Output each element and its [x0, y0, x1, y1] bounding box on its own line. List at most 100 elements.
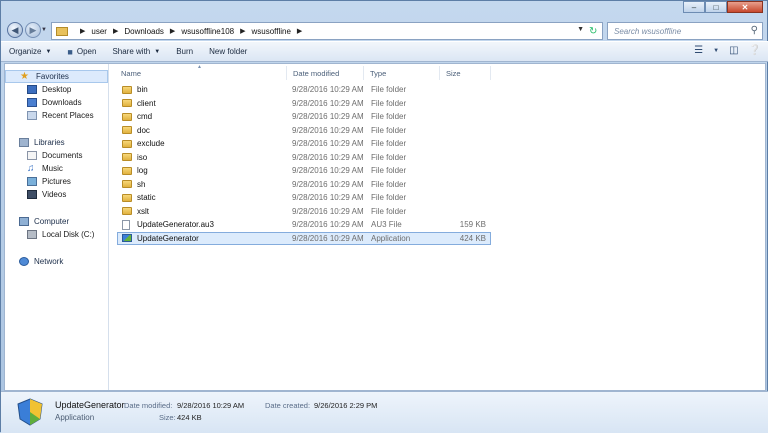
close-button[interactable]: ✕: [727, 1, 763, 13]
table-row[interactable]: static 9/28/2016 10:29 AM File folder: [117, 191, 491, 205]
column-header-size[interactable]: Size: [440, 66, 491, 80]
sidebar-item-computer[interactable]: Computer: [5, 215, 108, 228]
sidebar-item-videos[interactable]: Videos: [5, 188, 108, 201]
file-name-cell[interactable]: UpdateGenerator.au3: [118, 219, 288, 231]
sidebar-item-local-disk[interactable]: Local Disk (C:): [5, 228, 108, 241]
documents-icon: [27, 151, 37, 160]
breadcrumb-downloads[interactable]: Downloads: [124, 27, 164, 36]
libraries-section: Libraries Documents ♫ Music Pictures Vide…: [5, 136, 108, 201]
table-row[interactable]: exclude 9/28/2016 10:29 AM File folder: [117, 137, 491, 151]
forward-arrow-icon: ▶: [29, 25, 37, 35]
folder-icon: [122, 126, 132, 135]
favorites-label: Favorites: [36, 72, 69, 81]
application-icon: ■: [67, 46, 73, 57]
chevron-right-icon[interactable]: ▶: [297, 27, 302, 35]
file-name-cell[interactable]: static: [118, 192, 288, 204]
file-name-cell[interactable]: client: [118, 98, 288, 110]
file-name-cell[interactable]: bin: [118, 84, 288, 96]
type-cell: File folder: [371, 125, 407, 135]
chevron-down-icon[interactable]: ▼: [713, 48, 719, 54]
table-row[interactable]: cmd 9/28/2016 10:29 AM File folder: [117, 110, 491, 124]
sidebar-item-recent-places[interactable]: Recent Places: [5, 109, 108, 122]
file-name-cell[interactable]: exclude: [118, 138, 288, 150]
table-row[interactable]: UpdateGenerator.au3 9/28/2016 10:29 AM AU3…: [117, 218, 491, 232]
size-cell: [441, 179, 490, 191]
new-folder-button[interactable]: New folder: [201, 42, 255, 61]
sidebar-item-favorites[interactable]: ★ Favorites: [5, 70, 108, 83]
table-row[interactable]: client 9/28/2016 10:29 AM File folder: [117, 97, 491, 111]
file-name-cell[interactable]: cmd: [118, 111, 288, 123]
downloads-icon: [27, 98, 37, 107]
sidebar-item-pictures[interactable]: Pictures: [5, 175, 108, 188]
file-name-cell[interactable]: iso: [118, 152, 288, 164]
breadcrumb-wsusoffline[interactable]: wsusoffline: [251, 27, 290, 36]
date-modified-cell: 9/28/2016 10:29 AM: [292, 152, 364, 162]
column-header-date[interactable]: Date modified: [287, 66, 364, 80]
file-name-cell[interactable]: doc: [118, 125, 288, 137]
preview-pane-icon[interactable]: ◫: [729, 45, 738, 56]
type-cell: File folder: [371, 152, 407, 162]
date-modified-cell: 9/28/2016 10:29 AM: [292, 139, 364, 149]
caption-buttons: – □ ✕: [683, 1, 763, 13]
minimize-button[interactable]: –: [683, 1, 705, 13]
burn-button[interactable]: Burn: [168, 42, 201, 61]
sidebar-item-desktop[interactable]: Desktop: [5, 83, 108, 96]
address-bar[interactable]: ▶ user ▶ Downloads ▶ wsusoffline108 ▶ ws…: [51, 22, 603, 40]
chevron-right-icon[interactable]: ▶: [240, 27, 245, 35]
table-row[interactable]: log 9/28/2016 10:29 AM File folder: [117, 164, 491, 178]
sidebar-item-network[interactable]: Network: [5, 255, 108, 268]
size-cell: [441, 125, 490, 137]
table-row[interactable]: iso 9/28/2016 10:29 AM File folder: [117, 151, 491, 165]
open-button[interactable]: ■ Open: [59, 42, 104, 61]
application-icon: [17, 398, 43, 426]
sidebar-item-downloads[interactable]: Downloads: [5, 96, 108, 109]
size-cell: [441, 111, 490, 123]
table-row[interactable]: xslt 9/28/2016 10:29 AM File folder: [117, 205, 491, 219]
file-name-cell[interactable]: UpdateGenerator: [118, 233, 288, 245]
main-area: ★ Favorites Desktop Downloads Recent Plac…: [4, 63, 766, 391]
refresh-icon[interactable]: ↻: [589, 26, 603, 38]
search-icon[interactable]: ⚲: [751, 25, 758, 36]
sidebar-item-documents[interactable]: Documents: [5, 149, 108, 162]
help-icon[interactable]: ❔: [749, 45, 761, 56]
recent-pages-dropdown[interactable]: ▼: [41, 27, 47, 33]
folder-icon: [122, 99, 132, 108]
sidebar-item-label: Videos: [42, 190, 67, 199]
folder-icon: [122, 85, 132, 94]
navigation-bar: ◀ ▶ ▼ ▶ user ▶ Downloads ▶ wsusoffline10…: [1, 17, 768, 43]
back-button[interactable]: ◀: [7, 22, 23, 38]
column-header-name[interactable]: ▲ Name: [115, 64, 287, 80]
table-row[interactable]: sh 9/28/2016 10:29 AM File folder: [117, 178, 491, 192]
file-name-cell[interactable]: sh: [118, 179, 288, 191]
date-modified-cell: 9/28/2016 10:29 AM: [292, 112, 364, 122]
file-name-cell[interactable]: log: [118, 165, 288, 177]
date-modified-cell: 9/28/2016 10:29 AM: [292, 193, 364, 203]
column-header-type[interactable]: Type: [364, 66, 440, 80]
chevron-right-icon[interactable]: ▶: [113, 27, 118, 35]
chevron-down-icon: ▼: [45, 48, 52, 55]
sidebar-item-label: Local Disk (C:): [42, 230, 95, 239]
maximize-button[interactable]: □: [705, 1, 727, 13]
chevron-right-icon[interactable]: ▶: [170, 27, 175, 35]
search-input[interactable]: Search wsusoffline ⚲: [607, 22, 763, 40]
type-cell: File folder: [371, 193, 407, 203]
address-dropdown-icon[interactable]: ▼: [577, 26, 584, 33]
views-icon[interactable]: ☰: [694, 45, 703, 56]
share-with-button[interactable]: Share with ▼: [104, 42, 168, 61]
sidebar-item-music[interactable]: ♫ Music: [5, 162, 108, 175]
type-cell: AU3 File: [371, 220, 402, 230]
table-row[interactable]: bin 9/28/2016 10:29 AM File folder: [117, 83, 491, 97]
table-row[interactable]: UpdateGenerator 9/28/2016 10:29 AM Applica…: [117, 231, 491, 245]
table-row[interactable]: doc 9/28/2016 10:29 AM File folder: [117, 124, 491, 138]
date-modified-cell: 9/28/2016 10:29 AM: [292, 85, 364, 95]
computer-label: Computer: [34, 217, 70, 226]
sidebar-item-libraries[interactable]: Libraries: [5, 136, 108, 149]
breadcrumb-user[interactable]: user: [91, 27, 107, 36]
breadcrumb-wsusoffline108[interactable]: wsusoffline108: [181, 27, 234, 36]
organize-button[interactable]: Organize ▼: [1, 42, 59, 61]
share-with-label: Share with: [112, 47, 151, 56]
chevron-right-icon[interactable]: ▶: [80, 27, 85, 35]
forward-button[interactable]: ▶: [25, 22, 41, 38]
back-arrow-icon: ◀: [11, 25, 19, 35]
file-name-cell[interactable]: xslt: [118, 206, 288, 218]
